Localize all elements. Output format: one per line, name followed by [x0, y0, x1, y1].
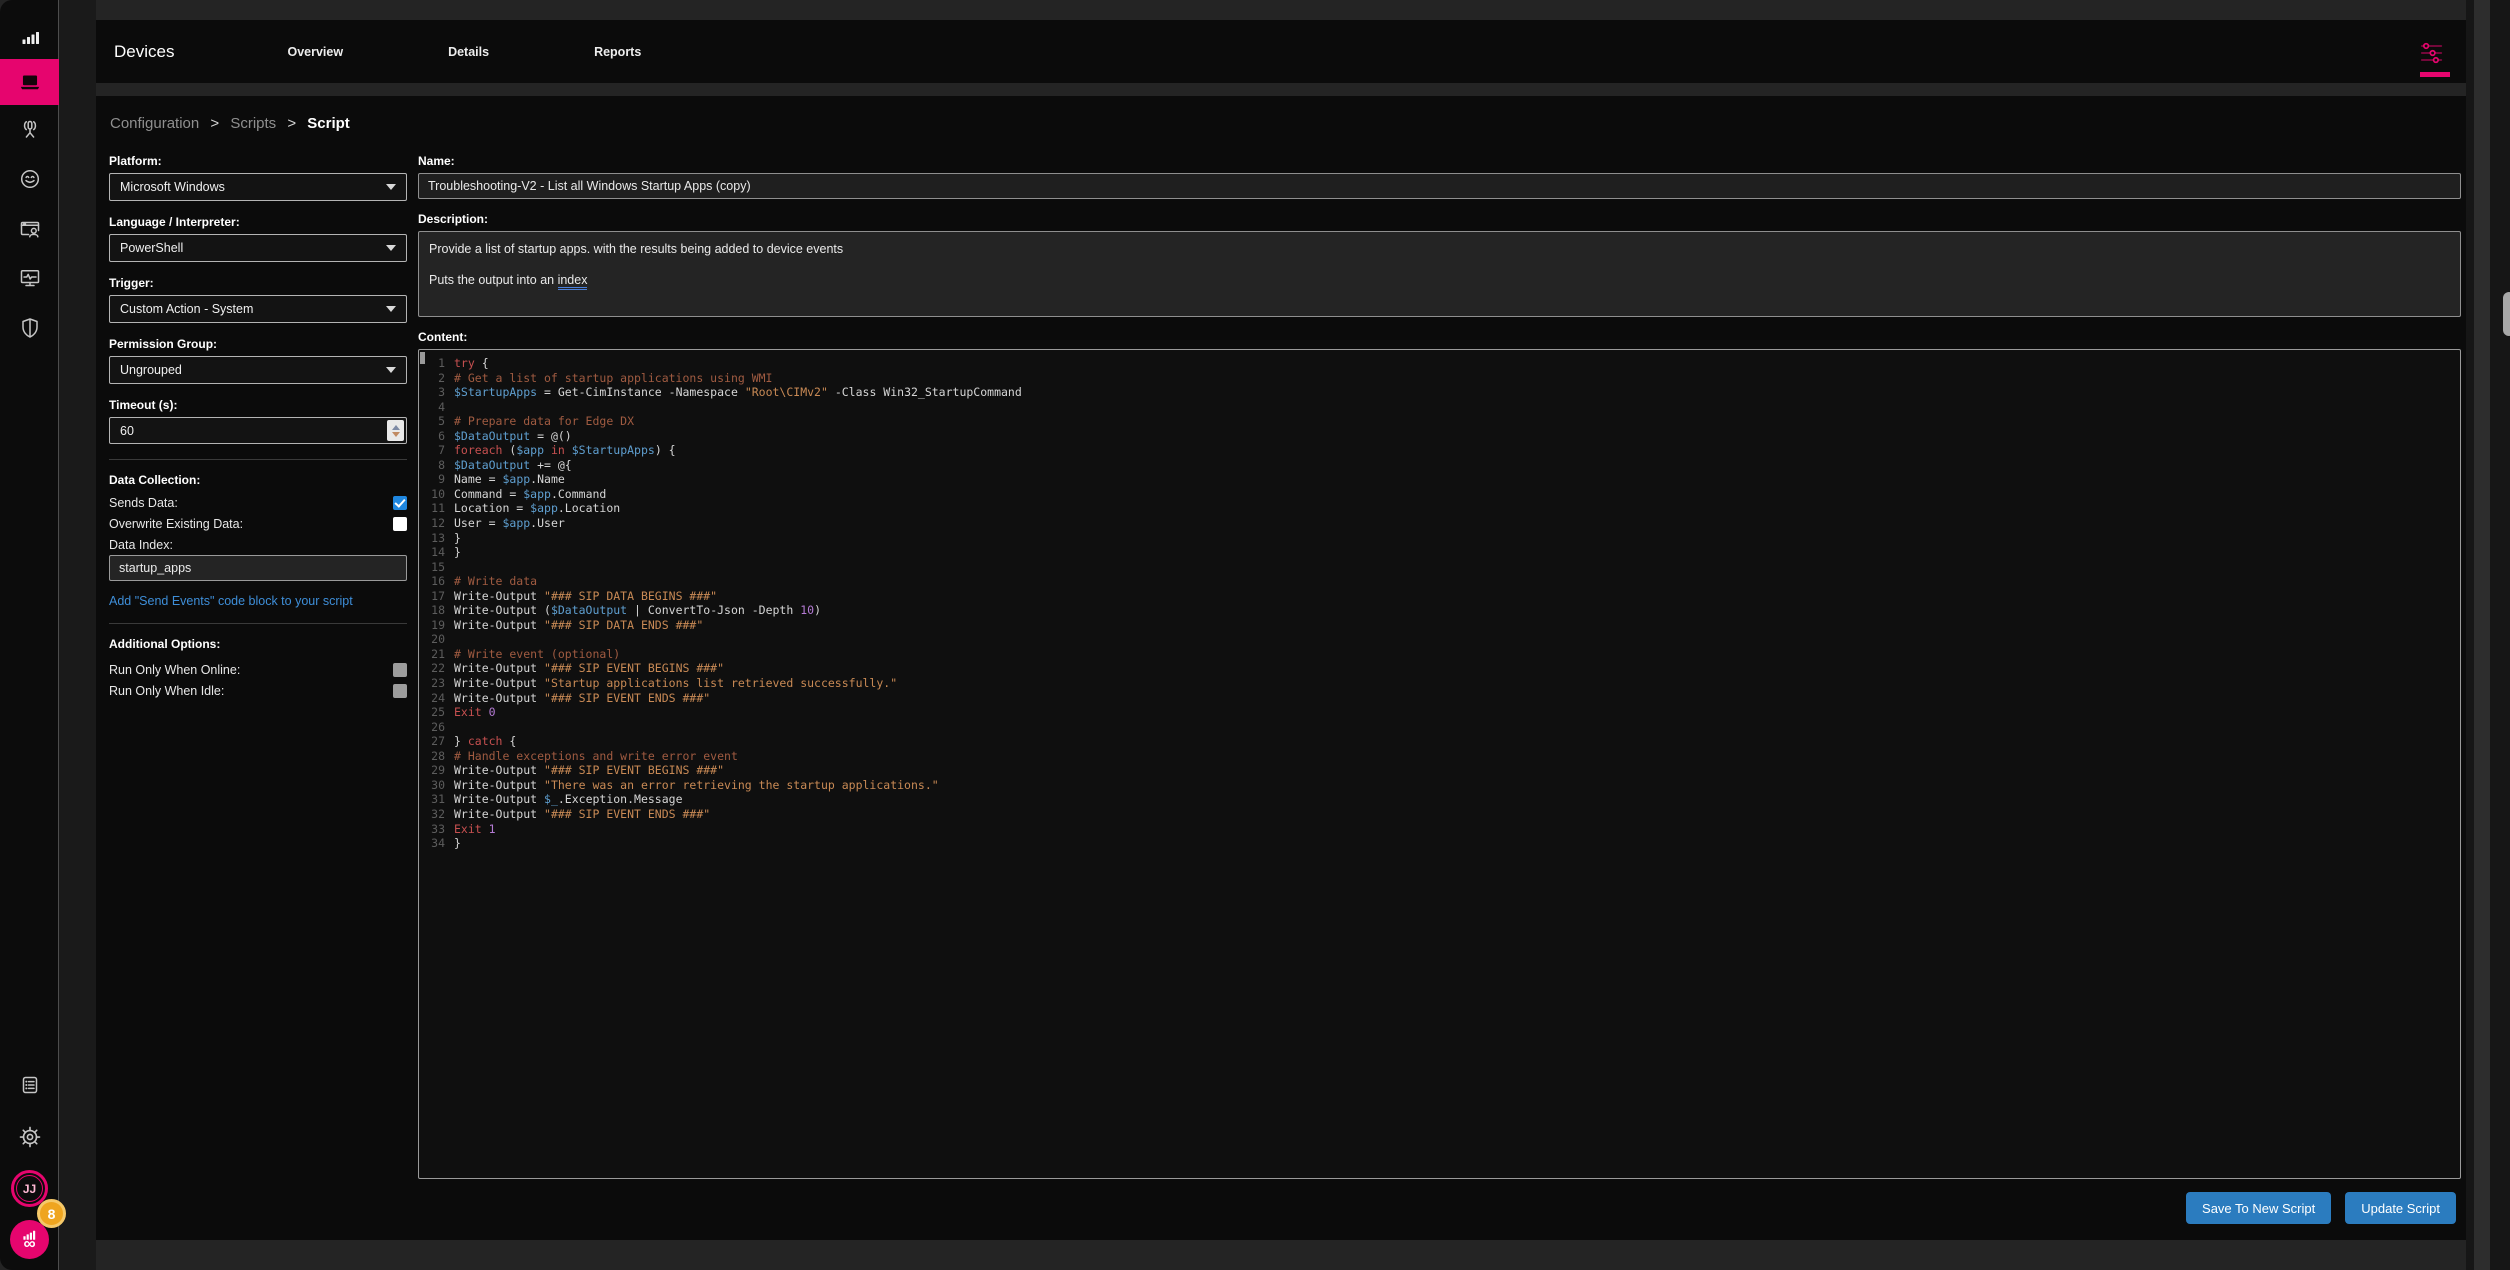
trigger-label: Trigger:	[109, 276, 407, 290]
number-spinner[interactable]	[387, 420, 404, 441]
spinner-up-icon	[392, 425, 400, 430]
trigger-value: Custom Action - System	[120, 302, 253, 316]
save-to-new-script-button[interactable]: Save To New Script	[2186, 1192, 2331, 1224]
script-settings-column: Platform: Microsoft Windows Language / I…	[109, 154, 407, 701]
breadcrumb-current: Script	[307, 115, 350, 132]
platform-select[interactable]: Microsoft Windows	[109, 173, 407, 201]
sentiment-smiley-icon[interactable]	[0, 167, 59, 191]
infinity-glyph: ∞	[23, 1239, 35, 1249]
settings-gear-icon[interactable]	[0, 1125, 59, 1149]
description-label: Description:	[418, 212, 2461, 226]
timeout-label: Timeout (s):	[109, 398, 407, 412]
language-select[interactable]: PowerShell	[109, 234, 407, 262]
topbar-tabs: Overview Details Reports	[287, 45, 641, 59]
add-send-events-link[interactable]: Add "Send Events" code block to your scr…	[109, 594, 407, 608]
script-name-input[interactable]	[418, 173, 2461, 199]
security-shield-icon[interactable]	[0, 316, 59, 340]
overwrite-checkbox[interactable]	[393, 517, 407, 531]
additional-options-heading: Additional Options:	[109, 637, 407, 651]
notification-badge: 8	[37, 1199, 66, 1228]
support-mic-icon[interactable]	[0, 118, 59, 142]
tab-overview[interactable]: Overview	[287, 45, 343, 59]
data-index-input[interactable]	[109, 555, 407, 581]
data-index-label: Data Index:	[109, 538, 173, 552]
user-session-icon[interactable]	[0, 217, 59, 241]
run-online-row: Run Only When Online:	[109, 659, 407, 680]
tab-reports[interactable]: Reports	[594, 45, 641, 59]
code-editor-lines: 1try {2# Get a list of startup applicati…	[419, 356, 2460, 851]
run-idle-row: Run Only When Idle:	[109, 680, 407, 701]
active-tab-indicator	[2420, 72, 2450, 77]
avatar-initials: JJ	[16, 1175, 43, 1202]
platform-value: Microsoft Windows	[120, 180, 225, 194]
page-scrollbar-track[interactable]	[2474, 0, 2490, 1270]
breadcrumb-separator: >	[280, 115, 303, 132]
signal-bars-icon[interactable]	[0, 26, 59, 50]
trigger-select[interactable]: Custom Action - System	[109, 295, 407, 323]
app-screen: JJ ∞ 8 Devices Overview Details Reports	[0, 0, 2510, 1270]
report-list-icon[interactable]	[0, 1073, 59, 1097]
action-buttons: Save To New Script Update Script	[2186, 1192, 2456, 1224]
name-label: Name:	[418, 154, 2461, 168]
breadcrumb: Configuration > Scripts > Script	[110, 115, 350, 132]
chevron-down-icon	[386, 184, 396, 190]
sidebar: JJ	[0, 0, 59, 1270]
run-idle-checkbox[interactable]	[393, 684, 407, 698]
browser-scrollbar-thumb[interactable]	[2503, 292, 2510, 336]
overwrite-row: Overwrite Existing Data:	[109, 513, 407, 534]
page-title: Devices	[114, 42, 174, 62]
description-line2: Puts the output into an index	[429, 272, 2450, 288]
timeout-input[interactable]: 60	[109, 417, 407, 444]
data-index-label-row: Data Index:	[109, 534, 407, 555]
run-online-label: Run Only When Online:	[109, 663, 240, 677]
content-label: Content:	[418, 330, 2461, 344]
devices-laptop-icon[interactable]	[0, 70, 59, 94]
description-textarea[interactable]: Provide a list of startup apps. with the…	[418, 231, 2461, 317]
permission-group-label: Permission Group:	[109, 337, 407, 351]
divider	[109, 623, 407, 624]
run-online-checkbox[interactable]	[393, 663, 407, 677]
device-monitor-icon[interactable]	[0, 266, 59, 290]
sidebar-gap	[59, 0, 96, 1270]
sends-data-row: Sends Data:	[109, 492, 407, 513]
data-collection-heading: Data Collection:	[109, 473, 407, 487]
permission-group-select[interactable]: Ungrouped	[109, 356, 407, 384]
breadcrumb-configuration[interactable]: Configuration	[110, 115, 199, 132]
spellcheck-underlined-word: index	[558, 273, 588, 290]
description-line1: Provide a list of startup apps. with the…	[429, 241, 2450, 257]
description-line2-text: Puts the output into an	[429, 273, 558, 287]
right-gutter	[2466, 0, 2510, 1270]
code-editor[interactable]: 1try {2# Get a list of startup applicati…	[418, 349, 2461, 1179]
breadcrumb-scripts[interactable]: Scripts	[230, 115, 276, 132]
overwrite-label: Overwrite Existing Data:	[109, 517, 243, 531]
chevron-down-icon	[386, 367, 396, 373]
breadcrumb-separator: >	[203, 115, 226, 132]
topbar: Devices Overview Details Reports	[96, 20, 2466, 83]
editor-scrollbar-fragment	[420, 352, 425, 364]
tab-details[interactable]: Details	[448, 45, 489, 59]
divider	[109, 459, 407, 460]
chevron-down-icon	[386, 245, 396, 251]
content-panel: Configuration > Scripts > Script Platfor…	[96, 96, 2466, 1240]
run-idle-label: Run Only When Idle:	[109, 684, 224, 698]
language-label: Language / Interpreter:	[109, 215, 407, 229]
chevron-down-icon	[386, 306, 396, 312]
script-editor-column: Name: Description: Provide a list of sta…	[418, 154, 2461, 1179]
sends-data-label: Sends Data:	[109, 496, 178, 510]
spinner-down-icon	[392, 432, 400, 437]
sends-data-checkbox[interactable]	[393, 496, 407, 510]
permission-group-value: Ungrouped	[120, 363, 182, 377]
update-script-button[interactable]: Update Script	[2345, 1192, 2456, 1224]
language-value: PowerShell	[120, 241, 183, 255]
timeout-value: 60	[120, 424, 134, 438]
platform-label: Platform:	[109, 154, 407, 168]
